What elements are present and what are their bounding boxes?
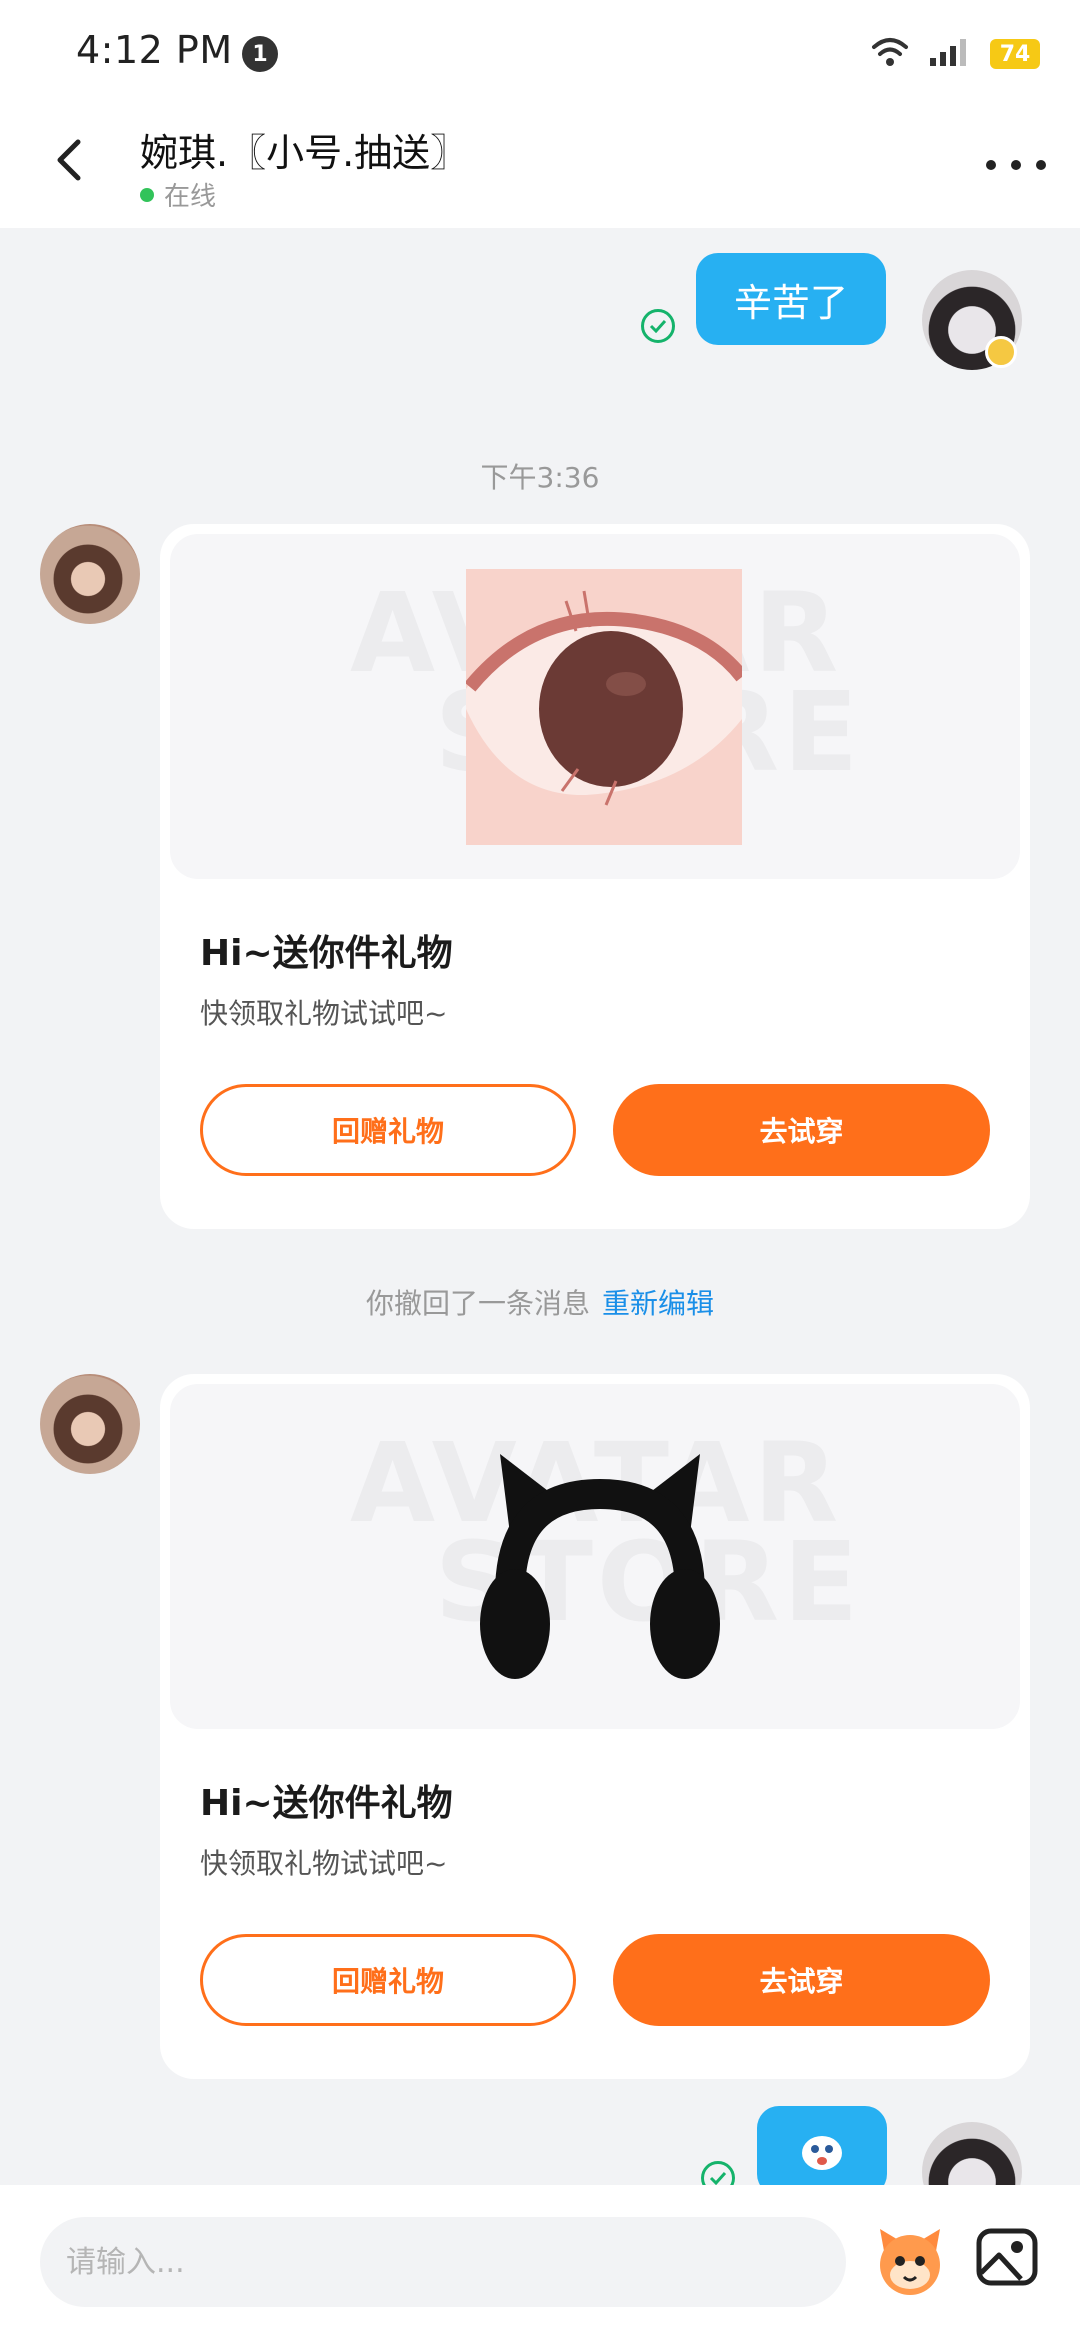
gift-title: Hi~送你件礼物 — [200, 1783, 453, 1824]
gift-card[interactable]: AVATAR STORE Hi~送你件礼物 快领取礼物试试吧~ 回赠礼物 去试穿 — [160, 524, 1030, 1229]
sticker-icon — [802, 2136, 842, 2170]
composer-bar — [0, 2185, 1080, 2340]
gift-title: Hi~送你件礼物 — [200, 933, 453, 974]
avatar-badge — [985, 336, 1017, 368]
gift-preview: AVATAR STORE — [170, 534, 1020, 879]
wifi-icon — [870, 35, 910, 73]
message-list[interactable]: 辛苦了 下午3:36 AVATAR STORE Hi~送你件礼物 快领取礼物试试… — [0, 228, 1080, 2185]
online-status-text: 在线 — [164, 182, 217, 212]
chat-title: 婉琪.〖小号.抽送〗 — [140, 131, 469, 175]
battery-indicator: 74 — [990, 39, 1040, 69]
gift-image-eye — [464, 569, 748, 845]
gift-subtitle: 快领取礼物试试吧~ — [200, 1847, 448, 1880]
notification-badge: 1 — [242, 36, 278, 72]
outgoing-message-bubble[interactable]: 辛苦了 — [696, 253, 886, 345]
status-indicators: 74 — [870, 34, 1040, 74]
timestamp: 下午3:36 — [480, 461, 600, 494]
image-button[interactable] — [975, 2225, 1039, 2289]
more-icon — [986, 160, 996, 170]
recall-notice: 你撤回了一条消息 重新编辑 — [0, 1282, 1080, 1322]
contact-avatar[interactable] — [40, 524, 140, 624]
back-arrow-icon — [57, 139, 81, 181]
check-icon — [641, 309, 675, 343]
contact-avatar[interactable] — [40, 1374, 140, 1474]
gift-card[interactable]: AVATAR STORE Hi~送你件礼物 快领取礼物试试吧~ 回赠礼物 去试穿 — [160, 1374, 1030, 2079]
re-edit-link[interactable]: 重新编辑 — [602, 1287, 714, 1320]
return-gift-button[interactable]: 回赠礼物 — [200, 1934, 576, 2026]
check-icon — [701, 2161, 735, 2185]
back-button[interactable] — [40, 130, 100, 190]
message-input[interactable] — [40, 2217, 846, 2307]
return-gift-button[interactable]: 回赠礼物 — [200, 1084, 576, 1176]
my-avatar[interactable] — [922, 2122, 1022, 2185]
more-button[interactable] — [986, 145, 1046, 185]
online-dot — [140, 187, 154, 202]
signal-icon — [928, 36, 972, 72]
gift-image-ears — [480, 1454, 720, 1679]
emoji-icon — [880, 2229, 940, 2295]
gift-subtitle: 快领取礼物试试吧~ — [200, 997, 448, 1030]
outgoing-sticker-bubble[interactable] — [757, 2106, 887, 2185]
try-on-button[interactable]: 去试穿 — [613, 1934, 990, 2026]
emoji-button[interactable] — [870, 2221, 950, 2301]
top-bar: 4:12 PM 1 74 婉琪.〖小号.抽送〗 在线 — [0, 0, 1080, 228]
image-icon — [976, 2228, 1038, 2286]
recall-notice-text: 你撤回了一条消息 — [365, 1287, 590, 1320]
online-status: 在线 — [140, 176, 216, 213]
gift-preview: AVATAR STORE — [170, 1384, 1020, 1729]
try-on-button[interactable]: 去试穿 — [613, 1084, 990, 1176]
status-time: 4:12 PM — [76, 28, 233, 72]
